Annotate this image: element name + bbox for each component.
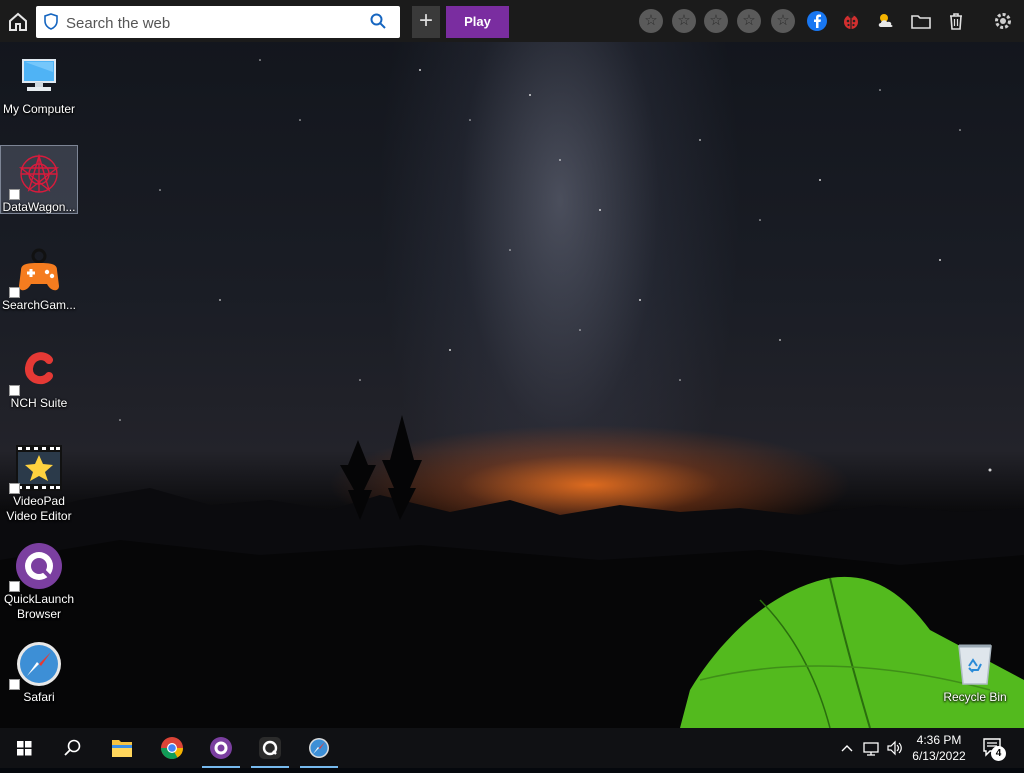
datawagon-icon xyxy=(9,150,63,200)
desktop-icon-label: VideoPad xyxy=(13,494,65,508)
play-button[interactable]: Play xyxy=(446,6,509,38)
desktop-icon-my-computer[interactable]: My Computer xyxy=(1,48,77,117)
computer-icon xyxy=(15,52,63,100)
desktop-icon-label: SearchGam... xyxy=(1,298,77,312)
shortcut-arrow-icon xyxy=(9,287,20,298)
system-clock[interactable]: 4:36 PM 6/13/2022 xyxy=(908,732,970,764)
search-icon[interactable] xyxy=(370,13,386,34)
q-browser-icon[interactable] xyxy=(248,728,292,768)
landscape-silhouette xyxy=(0,415,1024,728)
home-icon[interactable] xyxy=(6,10,30,34)
shortcut-arrow-icon xyxy=(9,385,20,396)
clock-time: 4:36 PM xyxy=(916,733,962,747)
shortcut-arrow-icon xyxy=(9,581,20,592)
taskbar-search-icon[interactable] xyxy=(50,728,94,768)
star-icon[interactable]: ☆ xyxy=(672,9,696,33)
facebook-icon[interactable] xyxy=(806,10,828,32)
ladybug-icon[interactable] xyxy=(840,10,862,32)
chevron-up-icon[interactable] xyxy=(840,738,854,761)
web-search-box[interactable] xyxy=(36,6,400,38)
shield-icon xyxy=(44,13,58,35)
desktop-icon-searchgames[interactable]: SearchGam... xyxy=(1,244,77,313)
desktop-icon-label: Recycle Bin xyxy=(943,690,1007,704)
recycle-bin-icon xyxy=(951,640,999,688)
start-icon[interactable] xyxy=(2,728,46,768)
star-icon[interactable]: ☆ xyxy=(704,9,728,33)
desktop-icon-datawagon[interactable]: DataWagon... xyxy=(0,145,78,214)
desktop-icon-nch-suite[interactable]: NCH Suite xyxy=(1,342,77,411)
desktop-icon-label: NCH Suite xyxy=(10,396,68,410)
desktop-icon-label: QuickLaunch xyxy=(3,592,75,606)
shortcut-arrow-icon xyxy=(9,189,20,200)
shortcut-arrow-icon xyxy=(9,483,20,494)
taskbar: 4:36 PM 6/13/2022 4 xyxy=(0,728,1024,768)
desktop-icon-quicklaunch[interactable]: QuickLaunch Browser xyxy=(1,538,77,622)
settings-icon[interactable] xyxy=(992,10,1014,32)
folder-icon[interactable] xyxy=(910,10,932,32)
taskbar-safari-icon[interactable] xyxy=(297,728,341,768)
trash-icon[interactable] xyxy=(945,10,967,32)
notification-center-icon[interactable]: 4 xyxy=(982,736,1010,765)
star-icon[interactable]: ☆ xyxy=(639,9,663,33)
nch-icon xyxy=(9,346,63,396)
desktop-icon-label: Video Editor xyxy=(6,509,72,523)
shortcut-arrow-icon xyxy=(9,679,20,690)
volume-icon[interactable] xyxy=(886,738,904,761)
desktop-icon-label: My Computer xyxy=(2,102,76,116)
desktop-icon-label: Browser xyxy=(16,607,61,621)
desktop-icon-label: DataWagon... xyxy=(2,200,76,214)
desktop-icon-recycle-bin[interactable]: Recycle Bin xyxy=(937,636,1013,705)
desktop-wallpaper xyxy=(0,0,1024,728)
safari-icon xyxy=(9,640,63,690)
gamepad-icon xyxy=(9,248,63,298)
top-toolbar: + Play ☆ ☆ ☆ ☆ ☆ xyxy=(0,0,1024,42)
quicklaunch-icon xyxy=(9,542,63,592)
clock-date: 6/13/2022 xyxy=(912,749,966,763)
star-icon[interactable]: ☆ xyxy=(737,9,761,33)
desktop-icon-label: Safari xyxy=(23,690,55,704)
taskbar-quicklaunch-icon[interactable] xyxy=(199,728,243,768)
network-icon[interactable] xyxy=(862,738,880,761)
notification-count-badge: 4 xyxy=(991,746,1006,761)
search-input[interactable] xyxy=(64,11,368,35)
add-button[interactable]: + xyxy=(412,6,440,38)
videopad-icon xyxy=(9,444,63,494)
chrome-icon[interactable] xyxy=(150,728,194,768)
weather-icon[interactable] xyxy=(875,10,897,32)
star-icon[interactable]: ☆ xyxy=(771,9,795,33)
desktop-icon-videopad[interactable]: VideoPad Video Editor xyxy=(1,440,77,524)
file-explorer-icon[interactable] xyxy=(100,728,144,768)
desktop-icon-safari[interactable]: Safari xyxy=(1,636,77,705)
